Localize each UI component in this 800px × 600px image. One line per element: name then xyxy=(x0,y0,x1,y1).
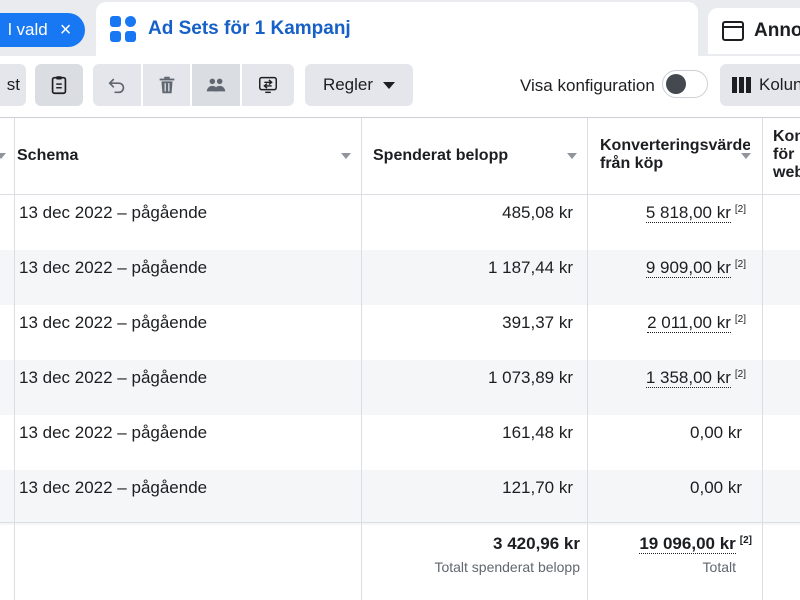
table-row[interactable]: 13 dec 2022 – pågående 161,48 kr 0,00 kr xyxy=(0,415,800,470)
column-header-spent[interactable]: Spenderat belopp xyxy=(373,147,508,165)
cell-conversion: 0,00 kr xyxy=(690,423,746,443)
toggle-knob xyxy=(666,74,686,94)
people-icon xyxy=(206,78,226,92)
cell-schema: 13 dec 2022 – pågående xyxy=(19,313,208,332)
column-header-conversion-line2: från köp xyxy=(600,155,664,172)
cell-spent: 121,70 kr xyxy=(502,478,573,497)
cell-schema: 13 dec 2022 – pågående xyxy=(19,258,208,277)
total-conversion: 19 096,00 kr [2] xyxy=(639,534,752,554)
cell-conversion: 9 909,00 kr [2] xyxy=(645,258,746,278)
sort-icon[interactable] xyxy=(341,153,351,159)
cell-conversion-ref: [2] xyxy=(734,259,746,270)
cell-conversion-ref: [2] xyxy=(734,369,746,380)
close-icon[interactable]: × xyxy=(60,20,72,40)
show-config-label: Visa konfiguration xyxy=(520,76,655,95)
column-header-conversion[interactable]: Konverteringsvärde från köp xyxy=(600,137,750,173)
delete-button[interactable] xyxy=(143,64,190,106)
ab-test-button[interactable] xyxy=(192,64,240,106)
cell-conversion: 1 358,00 kr [2] xyxy=(645,368,746,388)
toolbar-left-label: st xyxy=(6,75,20,94)
cell-conversion-value[interactable]: 0,00 kr xyxy=(690,423,742,442)
sort-icon[interactable] xyxy=(567,153,577,159)
cell-schema: 13 dec 2022 – pågående xyxy=(19,478,208,497)
tab-ad-sets-label: Ad Sets för 1 Kampanj xyxy=(148,18,351,39)
table-row[interactable]: 13 dec 2022 – pågående 121,70 kr 0,00 kr xyxy=(0,470,800,525)
column-header-next-line2: för xyxy=(773,146,795,163)
cell-spent: 391,37 kr xyxy=(502,313,573,332)
totals-divider xyxy=(0,522,800,523)
column-header-next[interactable]: Kon för web xyxy=(773,128,800,182)
sort-icon[interactable] xyxy=(0,153,6,159)
undo-button[interactable] xyxy=(93,64,141,106)
total-spent: 3 420,96 kr xyxy=(493,534,580,553)
cell-spent: 1 187,44 kr xyxy=(487,258,573,277)
undo-icon xyxy=(108,78,125,94)
caret-down-icon xyxy=(383,81,396,89)
cell-conversion-value[interactable]: 1 358,00 kr xyxy=(645,368,731,388)
cell-conversion: 2 011,00 kr [2] xyxy=(647,313,746,333)
sort-icon[interactable] xyxy=(741,153,751,159)
table-row[interactable]: 13 dec 2022 – pågående 1 187,44 kr 9 909,0… xyxy=(0,250,800,305)
rules-label: Regler xyxy=(322,75,374,94)
cell-spent: 161,48 kr xyxy=(502,423,573,442)
cell-spent: 1 073,89 kr xyxy=(487,368,573,387)
tab-ads-label: Anno xyxy=(754,20,800,41)
window-icon xyxy=(722,21,744,41)
columns-label: Kolun xyxy=(759,75,800,94)
tab-ad-sets[interactable]: Ad Sets för 1 Kampanj xyxy=(96,2,698,56)
cell-schema: 13 dec 2022 – pågående xyxy=(19,203,208,222)
total-conversion-ref: [2] xyxy=(739,535,752,546)
cell-schema: 13 dec 2022 – pågående xyxy=(19,368,208,387)
selection-chip[interactable]: l vald × xyxy=(0,13,86,47)
cell-conversion-ref: [2] xyxy=(734,314,746,325)
total-conversion-value[interactable]: 19 096,00 kr xyxy=(639,534,736,554)
rules-dropdown[interactable]: Regler xyxy=(305,64,413,106)
column-header-schema[interactable]: Schema xyxy=(17,147,78,165)
table-row[interactable]: 13 dec 2022 – pågående 1 073,89 kr 1 358,0… xyxy=(0,360,800,415)
tab-ads[interactable]: Anno xyxy=(708,8,800,54)
selection-chip-label: l vald xyxy=(8,20,48,39)
cell-conversion-value[interactable]: 9 909,00 kr xyxy=(645,258,731,278)
table-row[interactable]: 13 dec 2022 – pågående 391,37 kr 2 011,00 … xyxy=(0,305,800,360)
clipboard-icon xyxy=(51,76,67,95)
duplicate-button[interactable] xyxy=(35,64,83,106)
swap-icon xyxy=(259,76,277,94)
cell-conversion-value[interactable]: 0,00 kr xyxy=(690,478,742,497)
trash-icon xyxy=(159,76,174,94)
ad-sets-table: 13 dec 2022 – pågående 485,08 kr 5 818,00 … xyxy=(0,117,800,600)
show-config-toggle[interactable] xyxy=(662,70,708,98)
cell-conversion-ref: [2] xyxy=(734,204,746,215)
compare-button[interactable] xyxy=(242,64,294,106)
table-row[interactable]: 13 dec 2022 – pågående 485,08 kr 5 818,00 … xyxy=(0,195,800,250)
cell-schema: 13 dec 2022 – pågående xyxy=(19,423,208,442)
column-header-next-line3: web xyxy=(773,164,800,181)
ad-sets-grid-icon xyxy=(110,16,136,42)
cell-conversion-value[interactable]: 5 818,00 kr xyxy=(645,203,731,223)
total-conversion-label: Totalt xyxy=(702,559,736,575)
toolbar-left-button[interactable]: st xyxy=(0,64,26,106)
header-divider xyxy=(0,194,800,195)
cell-spent: 485,08 kr xyxy=(502,203,573,222)
table-header: Schema Spenderat belopp Konverteringsvär… xyxy=(0,118,800,194)
cell-conversion: 5 818,00 kr [2] xyxy=(645,203,746,223)
tab-bar: l vald × Ad Sets för 1 Kampanj Anno xyxy=(0,0,800,56)
toolbar: st Regler Visa konfiguration Kolun xyxy=(0,56,800,117)
column-header-next-line1: Kon xyxy=(773,128,800,145)
cell-conversion-value[interactable]: 2 011,00 kr xyxy=(647,313,731,333)
columns-button[interactable]: Kolun xyxy=(720,64,800,106)
cell-conversion: 0,00 kr xyxy=(690,478,746,498)
total-spent-label: Totalt spenderat belopp xyxy=(434,559,580,575)
column-header-conversion-line1: Konverteringsvärde xyxy=(600,137,750,154)
columns-icon xyxy=(732,77,751,93)
